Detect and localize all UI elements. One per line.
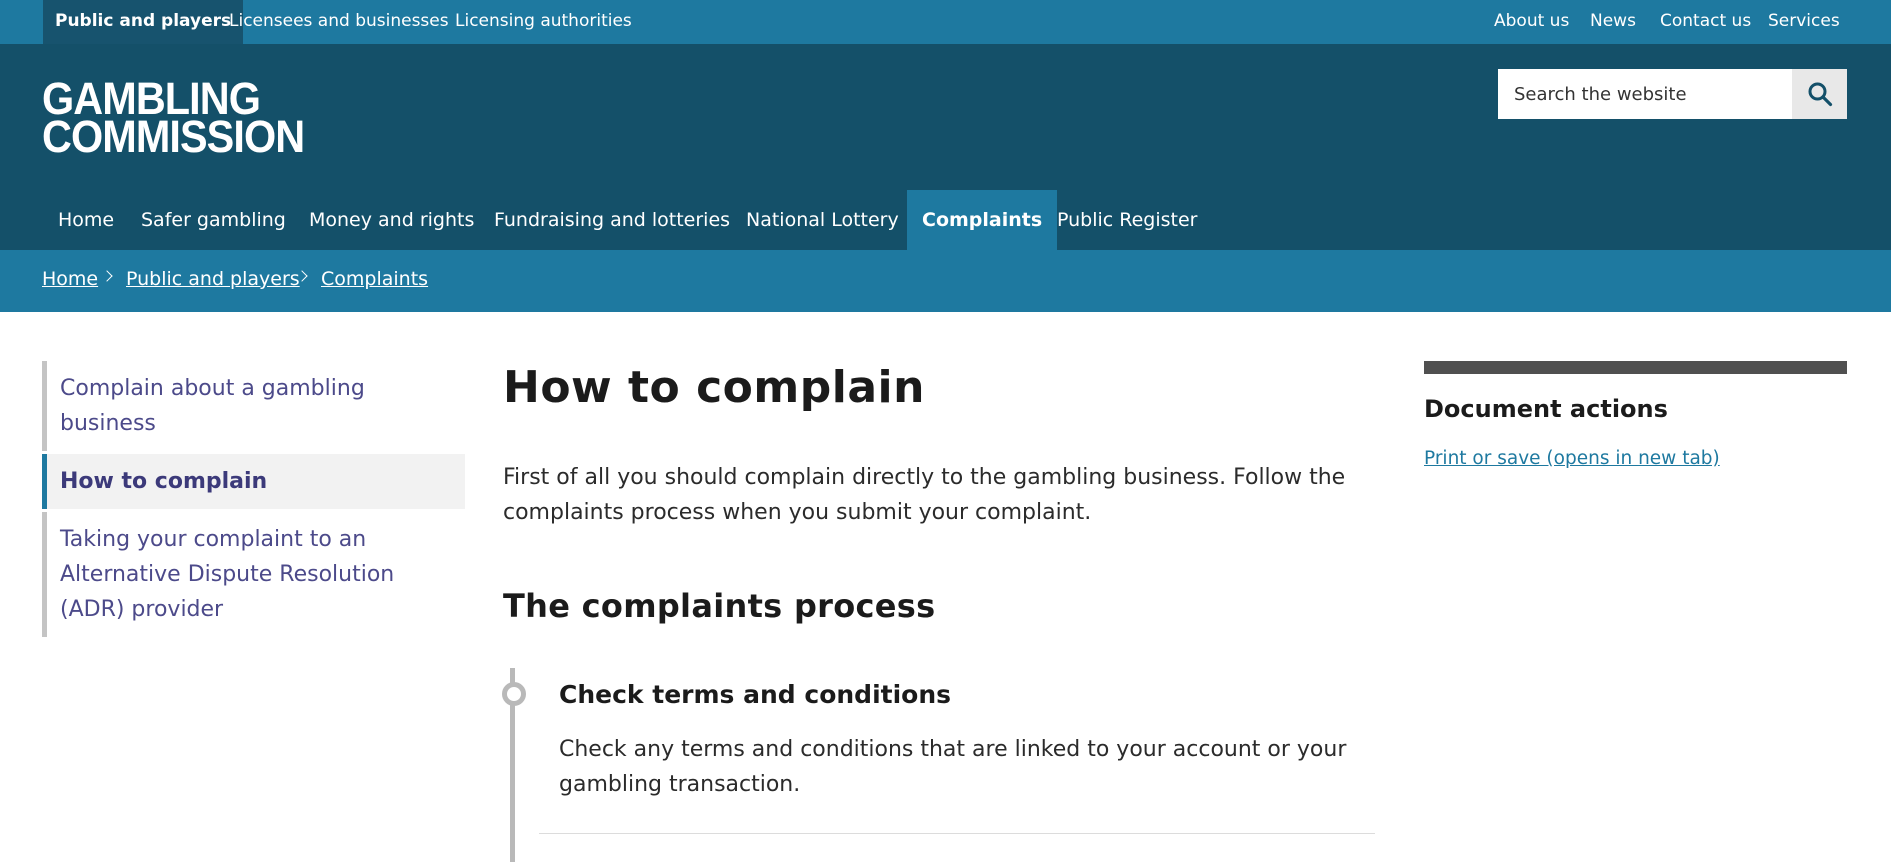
services-link[interactable]: Services bbox=[1768, 0, 1840, 44]
about-us-link[interactable]: About us bbox=[1494, 0, 1569, 44]
intro-paragraph: First of all you should complain directl… bbox=[503, 465, 1346, 525]
nav-public-register[interactable]: Public Register bbox=[1042, 190, 1213, 250]
logo-line-2: COMMISSION bbox=[42, 111, 305, 162]
audience-public-and-players[interactable]: Public and players bbox=[43, 0, 244, 44]
nav-national-lottery[interactable]: National Lottery bbox=[731, 190, 914, 250]
audience-licensees-and-businesses[interactable]: Licensees and businesses bbox=[229, 0, 449, 44]
breadcrumb: Home Public and players Complaints bbox=[0, 250, 1891, 312]
nav-fundraising-and-lotteries[interactable]: Fundraising and lotteries bbox=[479, 190, 745, 250]
news-link[interactable]: News bbox=[1590, 0, 1636, 44]
main-content: How to complain First of all you should … bbox=[502, 360, 1375, 862]
chevron-right-icon bbox=[101, 270, 113, 282]
audience-bar: Public and players Licensees and busines… bbox=[0, 0, 1891, 44]
nav-complaints[interactable]: Complaints bbox=[907, 190, 1058, 250]
document-actions-bar bbox=[1424, 361, 1847, 374]
page-title: How to complain bbox=[503, 362, 925, 413]
step-description: Check any terms and conditions that are … bbox=[559, 737, 1347, 797]
site-header: GAMBLING COMMISSION Home Safer gambling … bbox=[0, 44, 1891, 250]
nav-safer-gambling[interactable]: Safer gambling bbox=[126, 190, 301, 250]
document-actions: Document actions Print or save (opens in… bbox=[1424, 361, 1847, 472]
main-navigation: Home Safer gambling Money and rights Fun… bbox=[0, 190, 1891, 250]
document-actions-title: Document actions bbox=[1424, 395, 1668, 423]
sidenav-adr-provider[interactable]: Taking your complaint to an Alternative … bbox=[42, 512, 465, 637]
section-navigation: Complain about a gambling business How t… bbox=[42, 361, 465, 640]
sidenav-how-to-complain[interactable]: How to complain bbox=[42, 454, 465, 509]
print-or-save-link[interactable]: Print or save (opens in new tab) bbox=[1424, 446, 1847, 472]
nav-home[interactable]: Home bbox=[43, 190, 129, 250]
contact-us-link[interactable]: Contact us bbox=[1660, 0, 1751, 44]
step-divider bbox=[539, 833, 1375, 834]
search-icon bbox=[1808, 82, 1832, 107]
site-search bbox=[1498, 69, 1847, 119]
step-title: Check terms and conditions bbox=[559, 680, 952, 709]
audience-licensing-authorities[interactable]: Licensing authorities bbox=[455, 0, 632, 44]
nav-money-and-rights[interactable]: Money and rights bbox=[294, 190, 489, 250]
search-button[interactable] bbox=[1792, 69, 1847, 119]
breadcrumb-public-and-players[interactable]: Public and players bbox=[126, 250, 300, 308]
breadcrumb-complaints[interactable]: Complaints bbox=[321, 250, 428, 308]
breadcrumb-home[interactable]: Home bbox=[42, 250, 98, 308]
sidenav-complain-about-business[interactable]: Complain about a gambling business bbox=[42, 361, 465, 451]
gambling-commission-logo[interactable]: GAMBLING COMMISSION bbox=[42, 76, 305, 162]
section-heading: The complaints process bbox=[503, 587, 936, 625]
search-input[interactable] bbox=[1498, 69, 1792, 119]
timeline-step-marker bbox=[502, 682, 526, 706]
